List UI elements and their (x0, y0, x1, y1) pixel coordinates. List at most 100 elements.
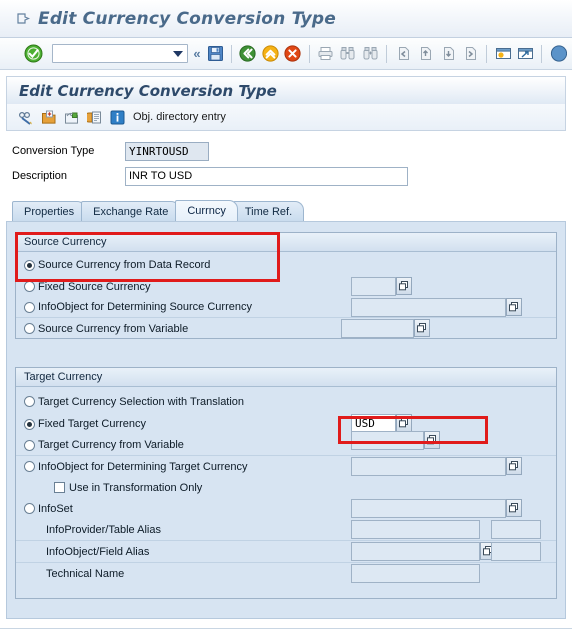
enter-ok-icon[interactable] (24, 44, 43, 64)
create-session-button[interactable] (493, 43, 513, 64)
find-next-button[interactable] (361, 43, 381, 64)
radio-label: Source Currency from Variable (38, 322, 189, 335)
obj-directory-entry-label[interactable]: Obj. directory entry (133, 111, 226, 123)
value-help-icon[interactable] (506, 499, 522, 517)
infoset-row[interactable]: InfoSet (16, 498, 556, 519)
infoprovider-table-alias-row: InfoProvider/Table Alias (16, 519, 556, 541)
conversion-type-input[interactable]: YINRTOUSD (125, 141, 209, 161)
tab-exchange-rate[interactable]: Exchange Rate (81, 201, 181, 221)
tab-properties[interactable]: Properties (12, 201, 87, 221)
folder-new-icon[interactable] (40, 109, 57, 126)
radio-target-currency-from-variable[interactable] (24, 439, 35, 451)
infoprovider-table-alias-input[interactable] (351, 520, 480, 539)
radio-fixed-source-currency[interactable] (24, 281, 35, 292)
value-help-icon[interactable] (414, 319, 430, 337)
radio-label: Target Currency Selection with Translati… (38, 395, 245, 408)
save-button[interactable] (206, 43, 226, 64)
tab-currncy[interactable]: Currncy (175, 200, 238, 221)
folder-green-icon[interactable] (63, 109, 80, 126)
help-button[interactable] (548, 43, 568, 64)
first-page-button[interactable] (393, 43, 413, 64)
tab-strip: Properties Exchange Rate Currncy Time Re… (12, 199, 572, 221)
radio-fixed-target-currency[interactable] (24, 418, 35, 430)
header-fields: Conversion Type YINRTOUSD Description IN… (0, 131, 572, 195)
back-button[interactable] (238, 43, 258, 64)
radio-label: InfoObject for Determining Target Curren… (38, 460, 248, 473)
toolbar-divider (541, 44, 543, 63)
back-arrow-icon[interactable] (0, 12, 38, 25)
checkbox-use-in-transformation-only[interactable] (54, 482, 65, 493)
target-currency-group-title: Target Currency (16, 368, 556, 387)
create-shortcut-button[interactable] (516, 43, 536, 64)
conversion-type-label: Conversion Type (12, 145, 95, 157)
tab-label: Properties (24, 205, 75, 218)
infoobject-field-alias-input[interactable] (351, 542, 480, 561)
infoobject-source-currency-row[interactable]: InfoObject for Determining Source Curren… (16, 297, 556, 318)
command-field[interactable] (52, 44, 189, 63)
radio-label: InfoObject for Determining Source Curren… (38, 301, 252, 313)
cancel-button[interactable] (283, 43, 303, 64)
chevron-down-icon[interactable] (173, 50, 184, 57)
value-help-icon[interactable] (506, 298, 522, 316)
source-currency-variable-input[interactable] (341, 319, 414, 338)
print-button[interactable] (316, 43, 336, 64)
technical-name-input[interactable] (351, 564, 480, 583)
toolbar-divider (308, 44, 310, 63)
find-button[interactable] (338, 43, 358, 64)
radio-label: Fixed Source Currency (38, 280, 151, 293)
status-bar (0, 628, 572, 639)
value-help-icon[interactable] (396, 414, 412, 432)
fixed-target-currency-row[interactable]: Fixed Target Currency USD (16, 413, 556, 435)
value-help-icon[interactable] (506, 457, 522, 475)
radio-target-currency-selection-translation[interactable] (24, 396, 35, 407)
description-label: Description (12, 170, 68, 182)
target-currency-selection-translation-row[interactable]: Target Currency Selection with Translati… (16, 390, 556, 413)
infoobject-field-alias-row: InfoObject/Field Alias (16, 541, 556, 563)
infoobject-field-alias-label: InfoObject/Field Alias (46, 545, 150, 558)
application-toolbar: Obj. directory entry (6, 104, 566, 131)
toolbar-divider (486, 44, 488, 63)
radio-label: InfoSet (38, 502, 73, 515)
infoobject-source-currency-input[interactable] (351, 298, 506, 317)
infoobject-target-currency-input[interactable] (351, 457, 506, 476)
last-page-button[interactable] (461, 43, 481, 64)
fixed-source-currency-input[interactable] (351, 277, 396, 296)
infoobject-field-alias-extra-input[interactable] (491, 542, 541, 561)
radio-infoobject-source-currency[interactable] (24, 301, 35, 313)
exit-button[interactable] (261, 43, 281, 64)
checkbox-label: Use in Transformation Only (69, 481, 203, 494)
tab-time-ref[interactable]: Time Ref. (232, 201, 305, 221)
copy-pages-icon[interactable] (86, 109, 103, 126)
infoprovider-table-alias-extra-input[interactable] (491, 520, 541, 539)
radio-source-currency-from-variable[interactable] (24, 323, 35, 334)
target-currency-variable-input[interactable] (351, 431, 424, 450)
glasses-pencil-icon[interactable] (17, 109, 34, 126)
radio-infoobject-target-currency[interactable] (24, 461, 35, 472)
source-currency-from-variable-row[interactable]: Source Currency from Variable (16, 318, 556, 339)
field-value: USD (355, 417, 375, 430)
toolbar-expand-icon[interactable]: « (191, 46, 202, 61)
tab-label: Currncy (187, 205, 226, 217)
radio-infoset[interactable] (24, 503, 35, 514)
blue-info-icon[interactable] (109, 109, 126, 126)
value-help-icon[interactable] (424, 431, 440, 449)
technical-name-row: Technical Name (16, 563, 556, 585)
source-currency-from-data-record-row[interactable]: Source Currency from Data Record (16, 254, 556, 276)
target-currency-group: Target Currency Target Currency Selectio… (15, 367, 557, 599)
use-in-transformation-only-row[interactable]: Use in Transformation Only (16, 477, 556, 498)
window-title-bar: Edit Currency Conversion Type (0, 0, 572, 38)
infoset-input[interactable] (351, 499, 506, 518)
target-currency-from-variable-row[interactable]: Target Currency from Variable (16, 431, 556, 456)
radio-source-from-data-record[interactable] (24, 259, 35, 271)
page-title: Edit Currency Conversion Type (38, 8, 336, 29)
next-page-button[interactable] (438, 43, 458, 64)
fixed-source-currency-row[interactable]: Fixed Source Currency (16, 276, 556, 297)
technical-name-label: Technical Name (46, 568, 125, 580)
description-input[interactable]: INR TO USD (125, 166, 408, 186)
currency-tab-panel: Source Currency Source Currency from Dat… (6, 221, 566, 619)
conversion-type-row: Conversion Type YINRTOUSD (12, 141, 572, 161)
previous-page-button[interactable] (416, 43, 436, 64)
value-help-icon[interactable] (396, 277, 412, 295)
toolbar-divider (231, 44, 233, 63)
infoobject-target-currency-row[interactable]: InfoObject for Determining Target Curren… (16, 456, 556, 477)
